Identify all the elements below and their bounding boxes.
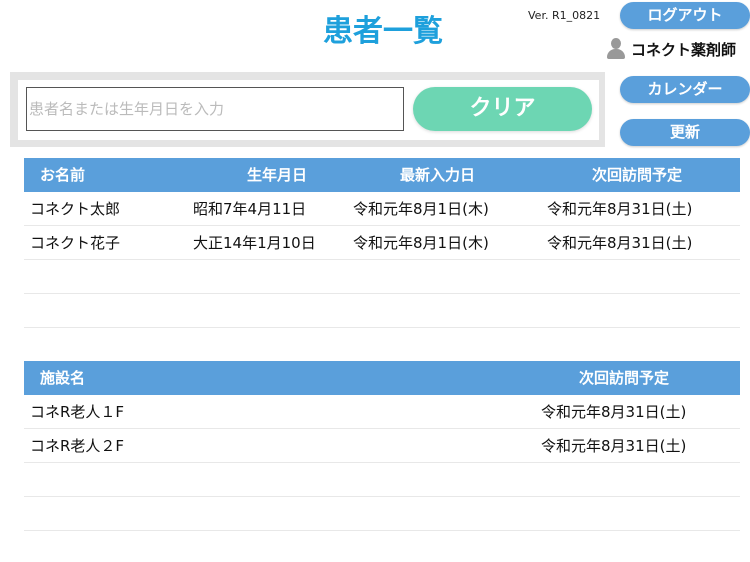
empty-row: [24, 463, 740, 497]
col-next-visit[interactable]: 次回訪問予定: [579, 361, 669, 395]
patient-table-header: お名前 生年月日 最新入力日 次回訪問予定: [24, 158, 740, 192]
patient-next-visit: 令和元年8月31日(土): [547, 234, 693, 252]
table-row[interactable]: コネR老人１F 令和元年8月31日(土): [24, 395, 740, 429]
calendar-button[interactable]: カレンダー: [620, 76, 750, 103]
table-row[interactable]: コネR老人２F 令和元年8月31日(土): [24, 429, 740, 463]
patient-birthdate: 大正14年1月10日: [193, 234, 316, 252]
facility-next-visit: 令和元年8月31日(土): [541, 403, 687, 421]
facility-next-visit: 令和元年8月31日(土): [541, 437, 687, 455]
logout-button[interactable]: ログアウト: [620, 2, 750, 29]
page-title: 患者一覧: [323, 14, 443, 49]
col-latest-input[interactable]: 最新入力日: [400, 158, 475, 192]
search-input[interactable]: [26, 87, 404, 131]
facility-table-header: 施設名 次回訪問予定: [24, 361, 740, 395]
facility-name: コネR老人１F: [30, 403, 125, 421]
patient-latest-input: 令和元年8月1日(木): [353, 200, 489, 218]
empty-row: [24, 260, 740, 294]
patient-name: コネクト太郎: [30, 200, 121, 218]
user-name: コネクト薬剤師: [631, 40, 737, 59]
patient-next-visit: 令和元年8月31日(土): [547, 200, 693, 218]
current-user: コネクト薬剤師: [606, 38, 736, 60]
patient-birthdate: 昭和7年4月11日: [193, 200, 307, 218]
facility-table: 施設名 次回訪問予定 コネR老人１F 令和元年8月31日(土) コネR老人２F …: [24, 361, 740, 531]
empty-row: [24, 294, 740, 328]
patient-name: コネクト花子: [30, 234, 121, 252]
facility-name: コネR老人２F: [30, 437, 125, 455]
patient-table: お名前 生年月日 最新入力日 次回訪問予定 コネクト太郎 昭和7年4月11日 令…: [24, 158, 740, 328]
empty-row: [24, 497, 740, 531]
table-row[interactable]: コネクト花子 大正14年1月10日 令和元年8月1日(木) 令和元年8月31日(…: [24, 226, 740, 260]
clear-button[interactable]: クリア: [413, 87, 592, 131]
table-row[interactable]: コネクト太郎 昭和7年4月11日 令和元年8月1日(木) 令和元年8月31日(土…: [24, 192, 740, 226]
user-icon: [606, 38, 626, 60]
col-name[interactable]: お名前: [40, 158, 85, 192]
col-birthdate[interactable]: 生年月日: [247, 158, 307, 192]
version-label: Ver. R1_0821: [528, 9, 601, 22]
col-next-visit[interactable]: 次回訪問予定: [592, 158, 682, 192]
refresh-button[interactable]: 更新: [620, 119, 750, 146]
patient-latest-input: 令和元年8月1日(木): [353, 234, 489, 252]
col-facility-name[interactable]: 施設名: [40, 361, 85, 395]
